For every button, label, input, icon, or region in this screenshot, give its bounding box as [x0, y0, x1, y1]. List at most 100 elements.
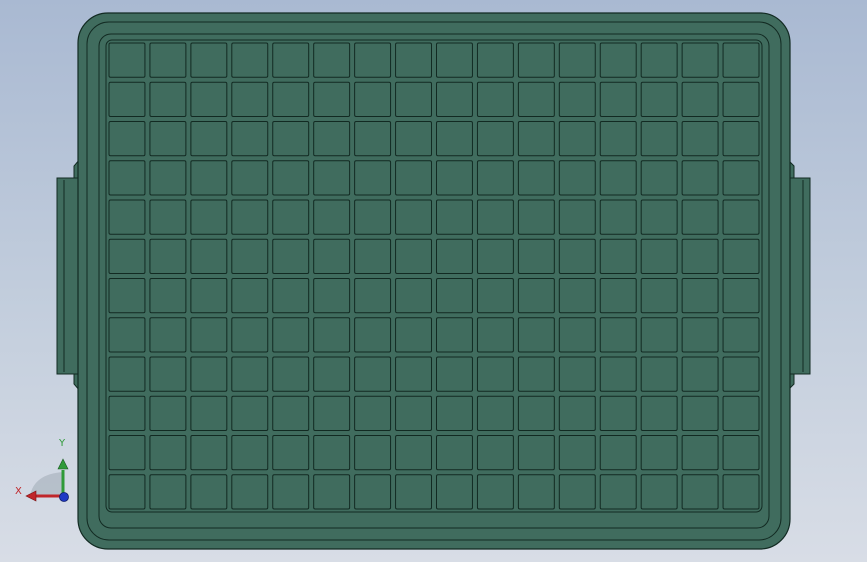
tray-cell	[640, 278, 678, 314]
tray-cell	[395, 160, 432, 196]
tray-cell	[640, 160, 678, 196]
tray-cell	[436, 317, 473, 353]
tray-cell	[722, 435, 760, 471]
tray-cell	[313, 356, 351, 392]
tray-cell	[681, 81, 719, 117]
z-axis-dot	[59, 492, 69, 502]
tray-cell	[640, 395, 678, 431]
tray-cell	[190, 278, 228, 314]
tray-cell	[599, 42, 637, 78]
tray-cell	[476, 317, 514, 353]
tray-cell	[190, 238, 228, 274]
tray-cell	[231, 238, 269, 274]
tray-cell	[517, 121, 555, 157]
tray-cell	[436, 238, 473, 274]
tray-cell	[149, 81, 187, 117]
tray-cell	[476, 81, 514, 117]
tray-cell	[272, 317, 310, 353]
tray-cell	[476, 42, 514, 78]
tray-cell	[272, 160, 310, 196]
tray-cell	[354, 199, 392, 235]
tray-cell	[231, 160, 269, 196]
tray-cell	[681, 121, 719, 157]
tray-cell	[149, 395, 187, 431]
tray-cell	[108, 160, 146, 196]
tray-cell	[476, 121, 514, 157]
tray-cell	[108, 474, 146, 510]
tray-cell	[313, 238, 351, 274]
tray-cell	[640, 238, 678, 274]
tray-cell	[517, 160, 555, 196]
tray-cell	[395, 356, 432, 392]
tray-cell	[395, 42, 432, 78]
tray-cell	[354, 81, 392, 117]
tray-cell	[640, 199, 678, 235]
tray-cell	[558, 238, 596, 274]
tray-cell	[558, 199, 596, 235]
tray-model[interactable]	[0, 0, 867, 562]
tray-cell	[558, 121, 596, 157]
tray-cell	[149, 435, 187, 471]
tray-cell	[231, 474, 269, 510]
tray-cell	[722, 81, 760, 117]
tray-cell	[681, 238, 719, 274]
tray-cell	[599, 238, 637, 274]
tray-cell	[722, 121, 760, 157]
tray-cell	[108, 356, 146, 392]
tray-cell	[395, 238, 432, 274]
tray-cell	[313, 199, 351, 235]
tray-cell	[313, 160, 351, 196]
tray-cell	[190, 435, 228, 471]
tray-cell	[395, 317, 432, 353]
tray-cell	[599, 435, 637, 471]
tray-cell	[436, 474, 473, 510]
tray-cell	[272, 395, 310, 431]
tray-cell	[108, 317, 146, 353]
tray-cell	[436, 160, 473, 196]
tray-cell	[640, 474, 678, 510]
tray-cell	[108, 81, 146, 117]
tray-cell	[476, 278, 514, 314]
tray-cell	[681, 42, 719, 78]
tray-cell	[190, 81, 228, 117]
tray-cell	[149, 121, 187, 157]
tray-cell	[272, 121, 310, 157]
tray-cell	[272, 199, 310, 235]
tray-cell	[558, 317, 596, 353]
tray-cell	[272, 474, 310, 510]
tray-cell	[395, 81, 432, 117]
tray-cell	[231, 317, 269, 353]
tray-cell	[354, 238, 392, 274]
tray-cell	[640, 121, 678, 157]
tray-cell	[558, 42, 596, 78]
tray-cell	[517, 474, 555, 510]
orientation-triad: Y X	[10, 438, 80, 510]
tray-cell	[108, 121, 146, 157]
tray-cell	[149, 317, 187, 353]
tray-cell	[231, 395, 269, 431]
graphics-viewport[interactable]: Y X	[0, 0, 867, 562]
tray-cell	[231, 199, 269, 235]
tray-cell	[395, 395, 432, 431]
tray-cell	[108, 199, 146, 235]
tray-cell	[354, 356, 392, 392]
tray-cell	[108, 395, 146, 431]
tray-cell	[436, 435, 473, 471]
tray-cell	[436, 199, 473, 235]
tray-cell	[190, 121, 228, 157]
tray-cell	[517, 356, 555, 392]
tray-cell	[599, 474, 637, 510]
tray-cell	[231, 42, 269, 78]
tray-cell	[395, 435, 432, 471]
tray-cell	[108, 435, 146, 471]
tray-cell	[149, 238, 187, 274]
tray-cell	[190, 395, 228, 431]
tray-cell	[599, 81, 637, 117]
tray-cell	[313, 81, 351, 117]
tray-cell	[558, 474, 596, 510]
tray-cell	[517, 317, 555, 353]
tray-cell	[436, 395, 473, 431]
tray-cell	[313, 278, 351, 314]
tray-cell	[681, 474, 719, 510]
tray-cell	[149, 199, 187, 235]
